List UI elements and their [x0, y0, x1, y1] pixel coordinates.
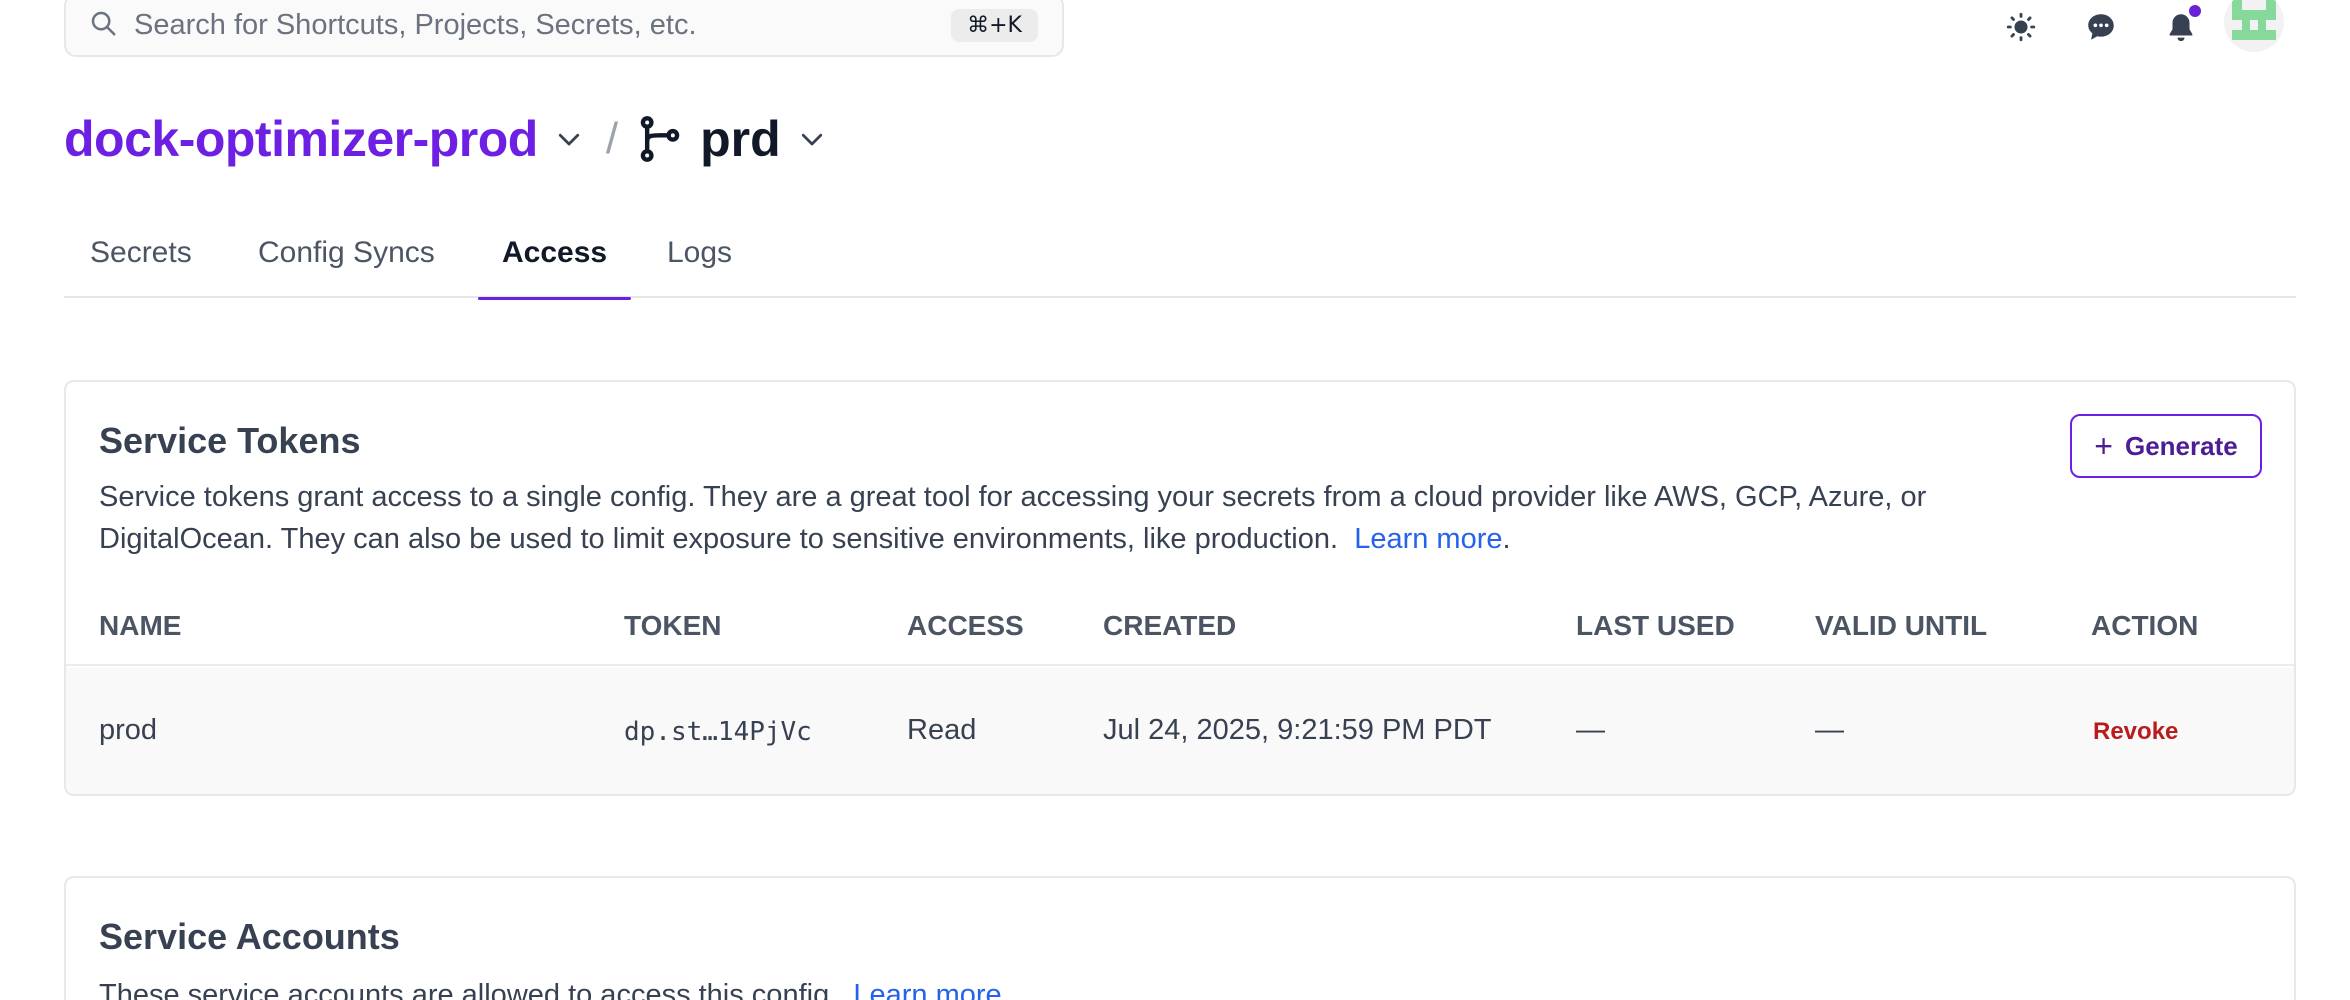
service-accounts-title: Service Accounts — [99, 916, 400, 957]
learn-more-suffix: . — [1502, 523, 1511, 555]
chat-icon[interactable] — [2084, 10, 2118, 44]
learn-more-suffix: . — [1001, 979, 1010, 1000]
token-created: Jul 24, 2025, 9:21:59 PM PDT — [1103, 714, 1492, 746]
search-input[interactable]: Search for Shortcuts, Projects, Secrets,… — [134, 9, 951, 42]
tab-bar: Secrets Config Syncs Access Logs — [64, 228, 2296, 300]
table-row: prod dp.st…14PjVc Read Jul 24, 2025, 9:2… — [66, 668, 2294, 794]
learn-more-link[interactable]: Learn more — [1354, 523, 1502, 555]
column-header-token: TOKEN — [624, 610, 722, 641]
token-value[interactable]: dp.st…14PjVc — [624, 717, 812, 747]
generate-button[interactable]: + Generate — [2070, 414, 2262, 478]
plus-icon: + — [2094, 428, 2113, 464]
learn-more-link[interactable]: Learn more — [853, 979, 1001, 1000]
breadcrumb: dock-optimizer-prod / prd — [64, 104, 827, 174]
search-bar[interactable]: Search for Shortcuts, Projects, Secrets,… — [64, 0, 1064, 57]
token-valid-until: — — [1815, 714, 1844, 746]
search-shortcut-badge: ⌘+K — [951, 9, 1038, 42]
revoke-button[interactable]: Revoke — [2093, 718, 2178, 746]
service-tokens-card: Service Tokens + Generate Service tokens… — [64, 380, 2296, 796]
token-name: prod — [99, 714, 158, 746]
description-text: These service accounts are allowed to ac… — [99, 979, 838, 1000]
service-accounts-description: These service accounts are allowed to ac… — [99, 974, 1899, 1000]
column-header-access: ACCESS — [907, 610, 1024, 641]
chevron-down-icon[interactable] — [797, 124, 827, 154]
search-icon — [88, 8, 118, 43]
tab-access[interactable]: Access — [477, 228, 632, 300]
token-last-used: — — [1576, 714, 1605, 746]
branch-icon — [638, 115, 682, 163]
tab-secrets[interactable]: Secrets — [90, 228, 192, 298]
table-header: NAME TOKEN ACCESS CREATED LAST USED VALI… — [66, 592, 2294, 666]
column-header-action: ACTION — [2091, 610, 2199, 641]
description-text: Service tokens grant access to a single … — [99, 481, 1927, 555]
notification-dot — [2189, 5, 2201, 17]
column-header-valid-until: VALID UNTIL — [1815, 610, 1988, 641]
project-name[interactable]: dock-optimizer-prod — [64, 110, 538, 168]
avatar[interactable] — [2224, 0, 2284, 52]
page: Search for Shortcuts, Projects, Secrets,… — [0, 0, 2350, 1000]
service-tokens-title: Service Tokens — [99, 420, 361, 461]
service-tokens-description: Service tokens grant access to a single … — [99, 476, 2099, 560]
column-header-last-used: LAST USED — [1576, 610, 1735, 641]
tab-config-syncs[interactable]: Config Syncs — [258, 228, 435, 298]
service-accounts-card: Service Accounts These service accounts … — [64, 876, 2296, 1000]
chevron-down-icon[interactable] — [554, 124, 584, 154]
token-access: Read — [907, 714, 977, 746]
column-header-created: CREATED — [1103, 610, 1237, 641]
breadcrumb-separator: / — [605, 114, 619, 163]
tab-logs[interactable]: Logs — [667, 228, 732, 298]
column-header-name: NAME — [99, 610, 182, 641]
bell-icon[interactable] — [2164, 5, 2201, 44]
generate-label: Generate — [2124, 430, 2238, 461]
sun-icon[interactable] — [2004, 10, 2038, 44]
config-name[interactable]: prd — [700, 110, 781, 168]
